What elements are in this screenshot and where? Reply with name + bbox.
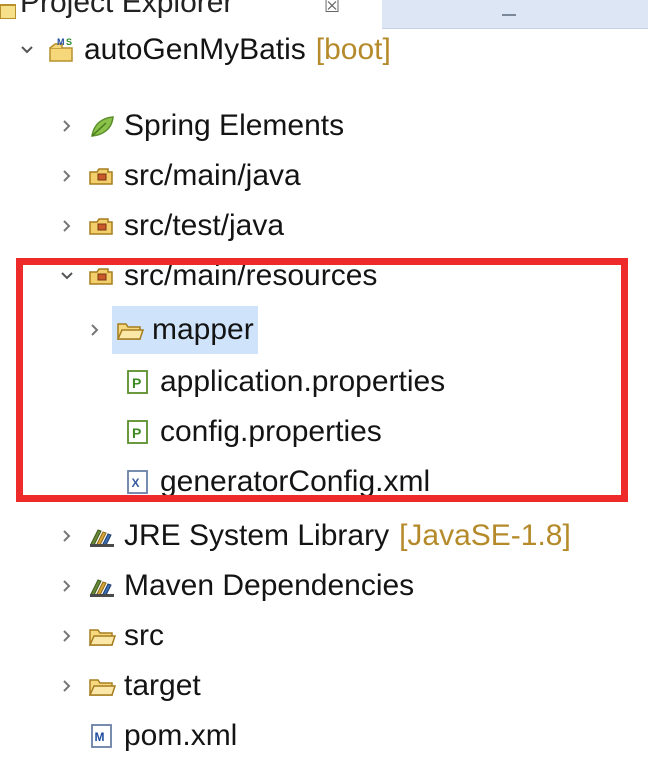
chevron-right-icon[interactable]: [84, 319, 106, 341]
library-icon: [88, 522, 116, 550]
tree-item-label: src/main/resources: [124, 259, 378, 292]
minimize-icon[interactable]: [502, 4, 516, 16]
library-icon: [88, 572, 116, 600]
chevron-right-icon[interactable]: [56, 575, 78, 597]
view-toolbar: [382, 0, 648, 29]
tree-item-mapper[interactable]: mapper: [84, 306, 258, 354]
tree-item-spring-elements[interactable]: Spring Elements: [56, 102, 344, 150]
svg-text:X: X: [132, 476, 140, 490]
chevron-right-icon[interactable]: [56, 525, 78, 547]
maven-spring-project-icon: M S: [48, 36, 76, 64]
tree-item-application-properties[interactable]: P application.properties: [124, 358, 445, 406]
tree-item-target[interactable]: target: [56, 662, 201, 710]
tree-item-label: application.properties: [160, 365, 446, 398]
folder-icon: [88, 622, 116, 650]
chevron-right-icon[interactable]: [56, 115, 78, 137]
tree-item-jre-system-library[interactable]: JRE System Library [JavaSE-1.8]: [56, 512, 571, 560]
chevron-down-icon[interactable]: [16, 39, 38, 61]
svg-text:P: P: [132, 425, 141, 441]
close-view-icon[interactable]: ☒: [324, 0, 340, 17]
chevron-right-icon[interactable]: [56, 625, 78, 647]
tree-item-label: Maven Dependencies: [124, 569, 415, 602]
svg-text:P: P: [132, 375, 141, 391]
source-folder-icon: [88, 262, 116, 290]
folder-icon: [116, 316, 144, 344]
chevron-right-icon[interactable]: [56, 165, 78, 187]
source-folder-icon: [88, 212, 116, 240]
tree-item-pom-xml[interactable]: M pom.xml: [88, 712, 237, 760]
folder-icon: [88, 672, 116, 700]
tree-item-label: src/main/java: [124, 159, 301, 192]
tree-item-label: src: [124, 619, 164, 652]
properties-file-icon: P: [124, 368, 152, 396]
tree-item-generator-config-xml[interactable]: X generatorConfig.xml: [124, 458, 430, 506]
tree-item-maven-dependencies[interactable]: Maven Dependencies: [56, 562, 414, 610]
view-title: Project Explorer: [20, 0, 234, 19]
chevron-right-icon[interactable]: [56, 215, 78, 237]
tree-item-label: mapper: [152, 313, 254, 346]
tree-item-project[interactable]: M S autoGenMyBatis [boot]: [16, 26, 391, 74]
tree-item-src-main-resources[interactable]: src/main/resources: [56, 252, 377, 300]
tree-item-label: JRE System Library: [124, 519, 390, 552]
chevron-down-icon[interactable]: [56, 265, 78, 287]
spring-leaf-icon: [88, 112, 116, 140]
svg-text:M: M: [57, 37, 65, 47]
tree-item-src[interactable]: src: [56, 612, 164, 660]
project-decoration: [boot]: [315, 33, 391, 66]
source-folder-icon: [88, 162, 116, 190]
tree-item-src-test-java[interactable]: src/test/java: [56, 202, 284, 250]
project-explorer-icon: [0, 4, 16, 19]
chevron-right-icon[interactable]: [56, 675, 78, 697]
maven-pom-file-icon: M: [88, 722, 116, 750]
tree-item-selection: mapper: [112, 306, 258, 354]
tree-item-config-properties[interactable]: P config.properties: [124, 408, 382, 456]
tree-item-label: config.properties: [160, 415, 382, 448]
tree-item-decoration: [JavaSE-1.8]: [399, 519, 571, 552]
tree-item-label: Spring Elements: [124, 109, 345, 142]
tree-item-label: target: [124, 669, 201, 702]
svg-text:M: M: [95, 730, 105, 744]
project-label: autoGenMyBatis: [84, 33, 306, 66]
svg-text:S: S: [66, 37, 72, 47]
tree-item-label: pom.xml: [124, 719, 238, 752]
properties-file-icon: P: [124, 418, 152, 446]
tree-item-label: src/test/java: [124, 209, 285, 242]
tree-item-src-main-java[interactable]: src/main/java: [56, 152, 301, 200]
tree-item-label: generatorConfig.xml: [160, 465, 431, 498]
xml-file-icon: X: [124, 468, 152, 496]
